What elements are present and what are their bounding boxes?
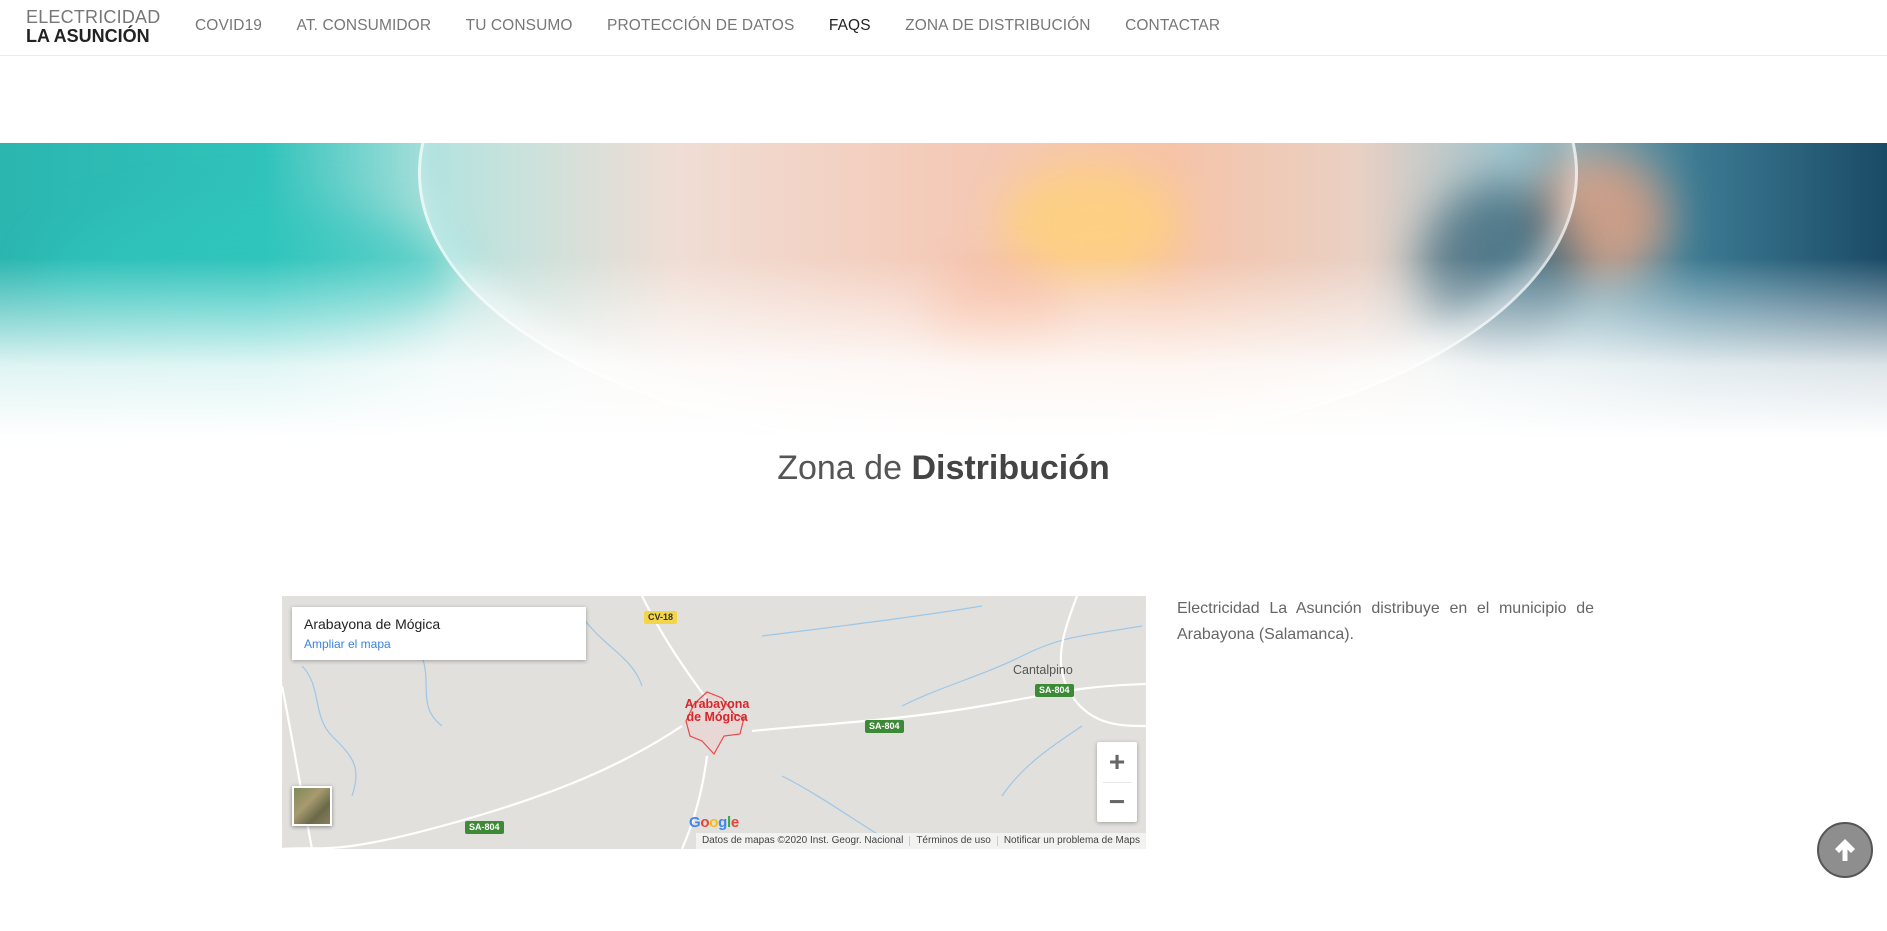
map-center-label: Arabayona de Mógica (662, 698, 772, 724)
nav-item-covid19[interactable]: COVID19 (195, 17, 262, 35)
hero-banner (0, 143, 1887, 438)
road-badge-sa804-west: SA-804 (465, 821, 504, 834)
zoom-in-button[interactable]: + (1097, 742, 1137, 782)
map-place-card: Arabayona de Mógica Ampliar el mapa (292, 607, 586, 660)
scroll-to-top-button[interactable] (1817, 822, 1873, 878)
logo-top-text: ELECTRICIDAD (26, 7, 161, 27)
road-badge-cv18: CV-18 (644, 611, 678, 624)
nav-item-faqs[interactable]: FAQS (829, 17, 871, 35)
report-problem-link[interactable]: Notificar un problema de Maps (998, 836, 1146, 846)
town-label-cantalpino: Cantalpino (1013, 663, 1073, 677)
terms-of-use-link[interactable]: Términos de uso (910, 836, 998, 846)
main-nav: COVID19 AT. CONSUMIDOR TU CONSUMO PROTEC… (195, 0, 1255, 52)
page-title: Zona de Distribución (0, 449, 1887, 488)
expand-map-link[interactable]: Ampliar el mapa (304, 637, 574, 651)
satellite-layer-icon[interactable] (292, 786, 332, 826)
zoom-control: + − (1097, 742, 1137, 822)
nav-item-proteccion-datos[interactable]: PROTECCIÓN DE DATOS (607, 17, 794, 35)
nav-item-contactar[interactable]: CONTACTAR (1125, 17, 1220, 35)
map-attribution: Datos de mapas ©2020 Inst. Geogr. Nacion… (695, 833, 1146, 849)
page-title-light: Zona de (777, 449, 912, 487)
google-logo: Google (689, 814, 739, 831)
map-center-label-line1: Arabayona (684, 697, 750, 711)
embedded-map[interactable]: Arabayona de Mógica Ampliar el mapa CV-1… (282, 596, 1146, 849)
nav-item-zona-distribucion[interactable]: ZONA DE DISTRIBUCIÓN (905, 17, 1090, 35)
road-badge-sa804-cantalpino: SA-804 (1035, 684, 1074, 697)
distribution-description: Electricidad La Asunción distribuye en e… (1177, 600, 1594, 643)
site-header: ELECTRICIDAD LA ASUNCIÓN COVID19 AT. CON… (0, 0, 1887, 56)
arrow-up-icon (1835, 839, 1855, 861)
map-place-name: Arabayona de Mógica (304, 616, 441, 632)
logo-bottom-text: LA ASUNCIÓN (26, 26, 150, 46)
road-badge-sa804-east: SA-804 (865, 720, 904, 733)
zoom-out-button[interactable]: − (1097, 782, 1137, 822)
nav-item-at-consumidor[interactable]: AT. CONSUMIDOR (297, 17, 432, 35)
map-center-label-line2: de Mógica (686, 710, 748, 724)
page-title-bold: Distribución (911, 449, 1110, 487)
nav-item-tu-consumo[interactable]: TU CONSUMO (466, 17, 573, 35)
logo[interactable]: ELECTRICIDAD LA ASUNCIÓN (26, 8, 160, 45)
map-data-credit: Datos de mapas ©2020 Inst. Geogr. Nacion… (696, 836, 911, 846)
